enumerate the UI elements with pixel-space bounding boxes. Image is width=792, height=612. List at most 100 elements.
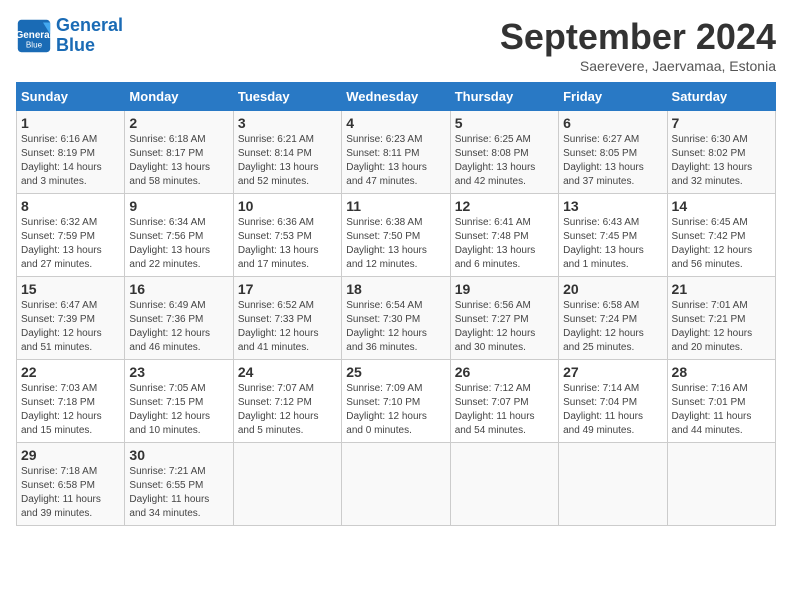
day-info: Sunrise: 6:41 AMSunset: 7:48 PMDaylight:… [455,216,554,272]
day-info: Sunrise: 6:27 AMSunset: 8:05 PMDaylight:… [563,133,662,189]
day-number: 15 [21,281,120,297]
day-info: Sunrise: 6:34 AMSunset: 7:56 PMDaylight:… [129,216,228,272]
day-info: Sunrise: 7:18 AMSunset: 6:58 PMDaylight:… [21,465,120,521]
col-tuesday: Tuesday [233,83,341,111]
day-info: Sunrise: 6:30 AMSunset: 8:02 PMDaylight:… [672,133,771,189]
day-info: Sunrise: 6:21 AMSunset: 8:14 PMDaylight:… [238,133,337,189]
table-cell: 22 Sunrise: 7:03 AMSunset: 7:18 PMDayligh… [17,360,125,443]
day-number: 14 [672,198,771,214]
day-number: 29 [21,447,120,463]
day-info: Sunrise: 6:32 AMSunset: 7:59 PMDaylight:… [21,216,120,272]
day-number: 16 [129,281,228,297]
day-info: Sunrise: 6:36 AMSunset: 7:53 PMDaylight:… [238,216,337,272]
col-monday: Monday [125,83,233,111]
svg-text:General: General [16,30,52,41]
month-title: September 2024 [500,16,776,58]
logo-icon: General Blue [16,18,52,54]
table-cell: 17Sunrise: 6:52 AMSunset: 7:33 PMDayligh… [233,277,341,360]
day-info: Sunrise: 7:03 AMSunset: 7:18 PMDaylight:… [21,382,120,438]
day-info: Sunrise: 6:23 AMSunset: 8:11 PMDaylight:… [346,133,445,189]
day-number: 11 [346,198,445,214]
calendar-week-3: 15 Sunrise: 6:47 AMSunset: 7:39 PMDayligh… [17,277,776,360]
table-cell: 25 Sunrise: 7:09 AMSunset: 7:10 PMDayligh… [342,360,450,443]
day-info: Sunrise: 6:18 AMSunset: 8:17 PMDaylight:… [129,133,228,189]
day-info: Sunrise: 7:14 AMSunset: 7:04 PMDaylight:… [563,382,662,438]
day-number: 8 [21,198,120,214]
day-info: Sunrise: 7:07 AMSunset: 7:12 PMDaylight:… [238,382,337,438]
table-cell: 2 Sunrise: 6:18 AMSunset: 8:17 PMDaylight… [125,111,233,194]
table-cell: 23 Sunrise: 7:05 AMSunset: 7:15 PMDayligh… [125,360,233,443]
table-cell: 5 Sunrise: 6:25 AMSunset: 8:08 PMDaylight… [450,111,558,194]
day-number: 3 [238,115,337,131]
col-friday: Friday [559,83,667,111]
table-cell [667,443,775,526]
calendar-week-1: 1 Sunrise: 6:16 AMSunset: 8:19 PMDaylight… [17,111,776,194]
table-cell [233,443,341,526]
table-cell: 9 Sunrise: 6:34 AMSunset: 7:56 PMDaylight… [125,194,233,277]
day-number: 30 [129,447,228,463]
logo-text: General [56,16,123,36]
day-number: 5 [455,115,554,131]
location-subtitle: Saerevere, Jaervamaa, Estonia [500,58,776,74]
table-cell: 27 Sunrise: 7:14 AMSunset: 7:04 PMDayligh… [559,360,667,443]
day-info: Sunrise: 6:43 AMSunset: 7:45 PMDaylight:… [563,216,662,272]
col-thursday: Thursday [450,83,558,111]
day-number: 25 [346,364,445,380]
day-info: Sunrise: 6:25 AMSunset: 8:08 PMDaylight:… [455,133,554,189]
table-cell: 8 Sunrise: 6:32 AMSunset: 7:59 PMDaylight… [17,194,125,277]
day-info: Sunrise: 6:16 AMSunset: 8:19 PMDaylight:… [21,133,120,189]
table-cell: 13 Sunrise: 6:43 AMSunset: 7:45 PMDayligh… [559,194,667,277]
table-cell: 16 Sunrise: 6:49 AMSunset: 7:36 PMDayligh… [125,277,233,360]
calendar-week-4: 22 Sunrise: 7:03 AMSunset: 7:18 PMDayligh… [17,360,776,443]
table-cell: 18Sunrise: 6:54 AMSunset: 7:30 PMDayligh… [342,277,450,360]
table-cell: 1 Sunrise: 6:16 AMSunset: 8:19 PMDaylight… [17,111,125,194]
day-number: 21 [672,281,771,297]
table-cell: 28 Sunrise: 7:16 AMSunset: 7:01 PMDayligh… [667,360,775,443]
table-cell [450,443,558,526]
day-info: Sunrise: 6:52 AMSunset: 7:33 PMDaylight:… [238,299,337,355]
day-number: 10 [238,198,337,214]
svg-text:Blue: Blue [26,40,43,49]
day-info: Sunrise: 6:45 AMSunset: 7:42 PMDaylight:… [672,216,771,272]
day-number: 22 [21,364,120,380]
day-number: 1 [21,115,120,131]
day-number: 4 [346,115,445,131]
table-cell: 14 Sunrise: 6:45 AMSunset: 7:42 PMDayligh… [667,194,775,277]
day-info: Sunrise: 6:58 AMSunset: 7:24 PMDaylight:… [563,299,662,355]
day-number: 19 [455,281,554,297]
day-info: Sunrise: 7:09 AMSunset: 7:10 PMDaylight:… [346,382,445,438]
table-cell: 4 Sunrise: 6:23 AMSunset: 8:11 PMDaylight… [342,111,450,194]
calendar-week-2: 8 Sunrise: 6:32 AMSunset: 7:59 PMDaylight… [17,194,776,277]
day-number: 28 [672,364,771,380]
day-info: Sunrise: 7:12 AMSunset: 7:07 PMDaylight:… [455,382,554,438]
table-cell: 24 Sunrise: 7:07 AMSunset: 7:12 PMDayligh… [233,360,341,443]
day-info: Sunrise: 6:49 AMSunset: 7:36 PMDaylight:… [129,299,228,355]
table-cell: 29 Sunrise: 7:18 AMSunset: 6:58 PMDayligh… [17,443,125,526]
day-number: 23 [129,364,228,380]
day-number: 27 [563,364,662,380]
table-cell: 26 Sunrise: 7:12 AMSunset: 7:07 PMDayligh… [450,360,558,443]
logo: General Blue General Blue [16,16,123,56]
day-number: 6 [563,115,662,131]
col-wednesday: Wednesday [342,83,450,111]
col-saturday: Saturday [667,83,775,111]
day-info: Sunrise: 6:56 AMSunset: 7:27 PMDaylight:… [455,299,554,355]
day-info: Sunrise: 6:38 AMSunset: 7:50 PMDaylight:… [346,216,445,272]
day-number: 24 [238,364,337,380]
day-info: Sunrise: 7:16 AMSunset: 7:01 PMDaylight:… [672,382,771,438]
day-number: 26 [455,364,554,380]
table-cell: 10 Sunrise: 6:36 AMSunset: 7:53 PMDayligh… [233,194,341,277]
table-cell: 12Sunrise: 6:41 AMSunset: 7:48 PMDayligh… [450,194,558,277]
day-number: 2 [129,115,228,131]
day-info: Sunrise: 7:05 AMSunset: 7:15 PMDaylight:… [129,382,228,438]
day-info: Sunrise: 6:54 AMSunset: 7:30 PMDaylight:… [346,299,445,355]
title-block: September 2024 Saerevere, Jaervamaa, Est… [500,16,776,74]
day-info: Sunrise: 7:01 AMSunset: 7:21 PMDaylight:… [672,299,771,355]
day-number: 9 [129,198,228,214]
table-cell: 20Sunrise: 6:58 AMSunset: 7:24 PMDayligh… [559,277,667,360]
day-number: 7 [672,115,771,131]
day-info: Sunrise: 6:47 AMSunset: 7:39 PMDaylight:… [21,299,120,355]
day-number: 13 [563,198,662,214]
table-cell: 19 Sunrise: 6:56 AMSunset: 7:27 PMDayligh… [450,277,558,360]
calendar-table: Sunday Monday Tuesday Wednesday Thursday… [16,82,776,526]
